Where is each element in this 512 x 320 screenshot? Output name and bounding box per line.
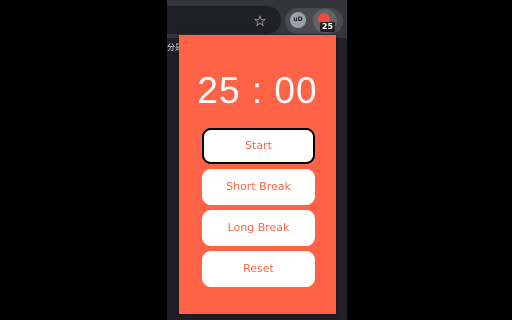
bookmark-star-icon[interactable]: ☆ xyxy=(251,12,269,30)
pomodoro-extension-button[interactable]: 25 xyxy=(313,9,337,33)
start-button[interactable]: Start xyxy=(202,128,315,164)
browser-toolbar: ☆ uD 25 xyxy=(167,0,347,38)
timer-display: 25 : 00 xyxy=(197,70,318,111)
address-bar[interactable]: ☆ xyxy=(167,6,281,34)
short-break-button[interactable]: Short Break xyxy=(202,169,315,205)
reset-button[interactable]: Reset xyxy=(202,251,315,287)
extension-badge: 25 xyxy=(320,22,335,32)
extensions-area: uD 25 xyxy=(285,8,343,34)
extension-ud-icon[interactable]: uD xyxy=(290,12,306,28)
long-break-button[interactable]: Long Break xyxy=(202,210,315,246)
